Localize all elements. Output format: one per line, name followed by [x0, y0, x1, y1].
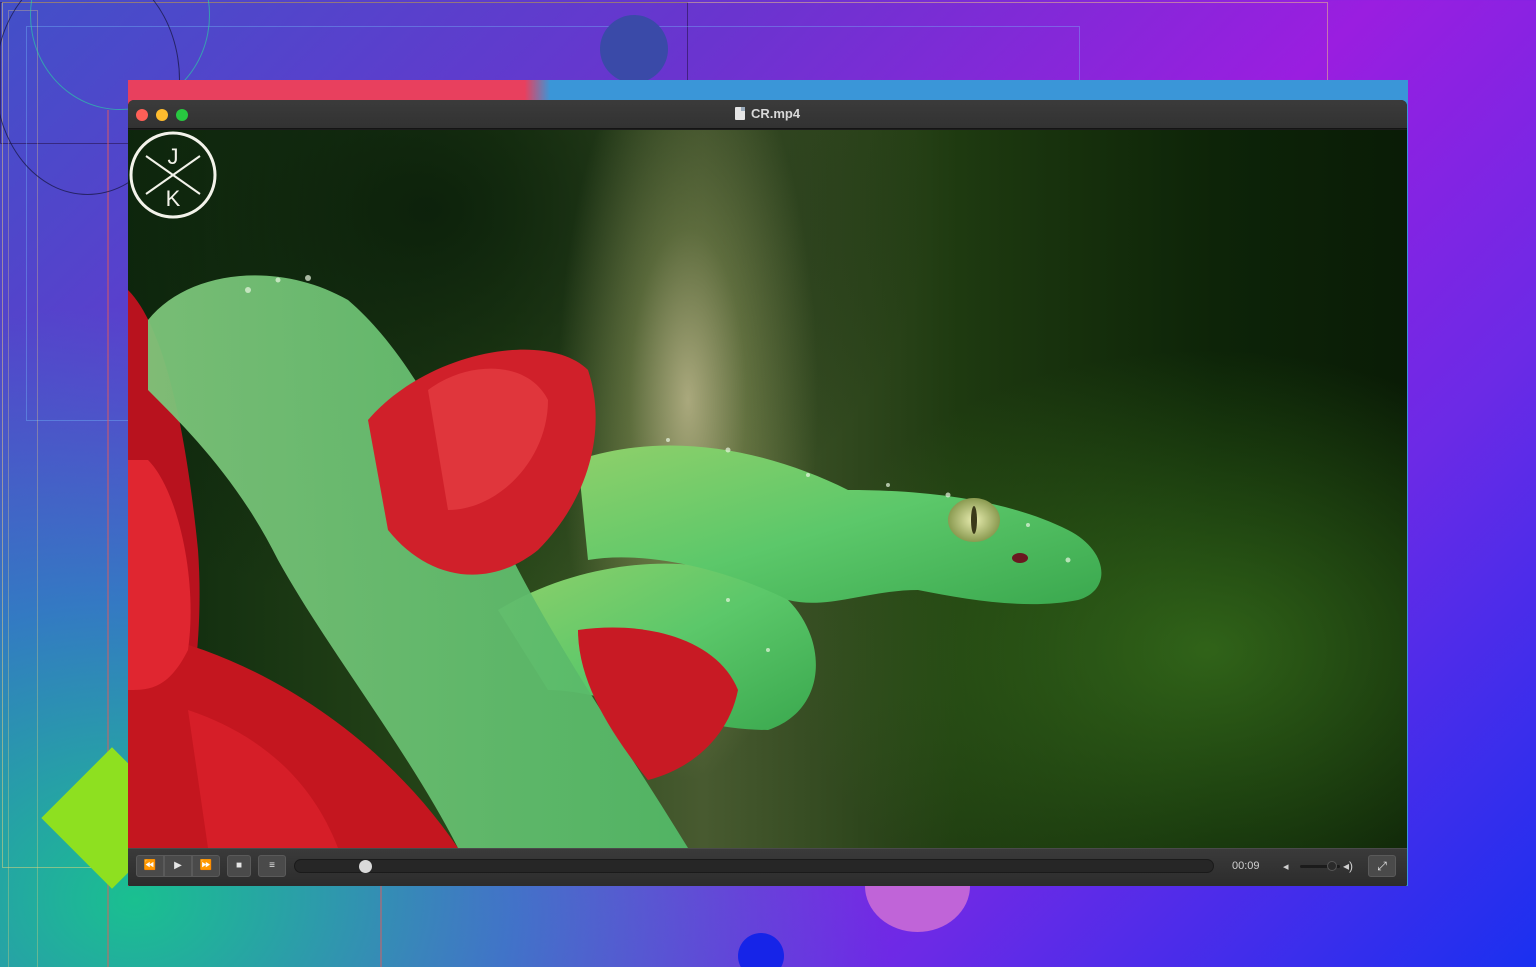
- svg-text:K: K: [166, 186, 181, 211]
- rewind-button[interactable]: ⏪: [136, 855, 164, 877]
- watermark-logo: J K: [129, 131, 217, 219]
- stop-button[interactable]: ■: [227, 855, 251, 877]
- svg-text:J: J: [168, 144, 179, 169]
- playback-controls: ⏪ ▶ ⏩ ■ ≡ 00:09 ◂ ◂) ⤢: [128, 848, 1407, 886]
- window-title-text: CR.mp4: [750, 106, 801, 121]
- play-icon: ▶: [174, 860, 182, 871]
- player-window: CR.mp4 J K ⏪ ▶ ⏩ ■ ≡ 00:09 ◂ ◂) ⤢: [128, 100, 1407, 886]
- seek-handle[interactable]: [359, 860, 372, 873]
- seek-bar[interactable]: [294, 859, 1214, 873]
- stop-icon: ■: [235, 860, 243, 871]
- elapsed-time: 00:09: [1232, 860, 1260, 872]
- video-frame-illustration: [128, 275, 1102, 848]
- fullscreen-icon: ⤢: [1377, 859, 1387, 873]
- play-button[interactable]: ▶: [164, 855, 192, 877]
- playlist-icon: ≡: [269, 860, 275, 871]
- fast-forward-icon: ⏩: [199, 860, 213, 871]
- window-title: CR.mp4: [128, 106, 1407, 121]
- video-canvas[interactable]: J K: [128, 130, 1407, 848]
- playlist-button[interactable]: ≡: [258, 855, 286, 877]
- fast-forward-button[interactable]: ⏩: [192, 855, 220, 877]
- rewind-icon: ⏪: [143, 860, 157, 871]
- title-bar[interactable]: CR.mp4: [128, 100, 1407, 129]
- volume-slider[interactable]: [1300, 861, 1340, 871]
- document-icon: [734, 107, 745, 120]
- volume-high-icon[interactable]: ◂): [1343, 859, 1353, 873]
- media-player-frame: CR.mp4 J K ⏪ ▶ ⏩ ■ ≡ 00:09 ◂ ◂) ⤢: [128, 80, 1408, 886]
- volume-handle[interactable]: [1327, 861, 1337, 871]
- volume-low-icon[interactable]: ◂: [1283, 860, 1289, 873]
- fullscreen-button[interactable]: ⤢: [1368, 855, 1396, 877]
